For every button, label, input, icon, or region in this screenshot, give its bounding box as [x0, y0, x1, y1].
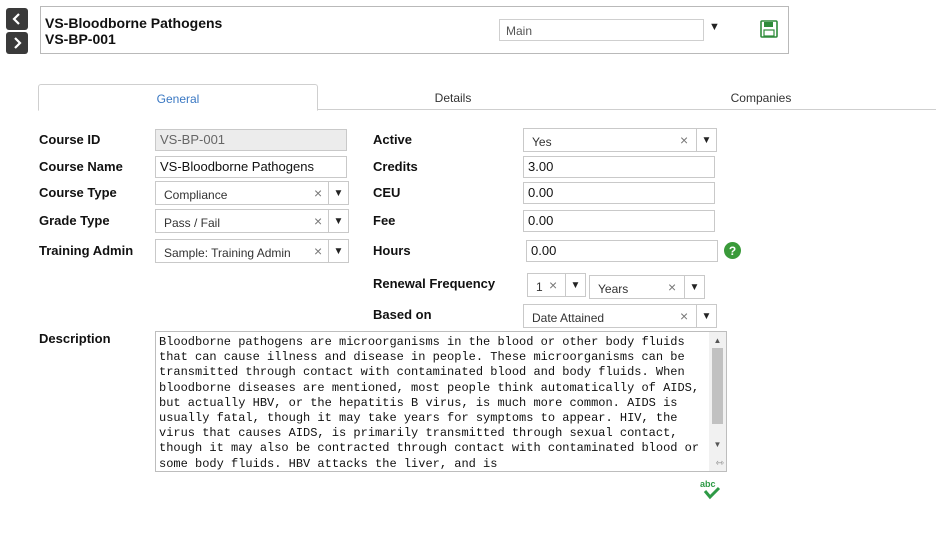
course-type-value: Compliance	[164, 188, 228, 202]
record-title-block: VS-Bloodborne Pathogens VS-BP-001	[45, 15, 222, 47]
scrollbar-thumb[interactable]	[712, 348, 723, 424]
course-name-label: Course Name	[39, 159, 123, 174]
course-id-label: Course ID	[39, 132, 101, 147]
grade-type-label: Grade Type	[39, 213, 110, 228]
clear-icon[interactable]: ×	[314, 185, 322, 201]
training-admin-value: Sample: Training Admin	[164, 246, 291, 260]
chevron-down-icon[interactable]: ▼	[328, 210, 348, 232]
clear-icon[interactable]: ×	[314, 243, 322, 259]
fee-field[interactable]: 0.00	[523, 210, 715, 232]
chevron-left-icon	[12, 13, 20, 25]
renewal-frequency-number: 1	[536, 280, 543, 294]
chevron-down-icon[interactable]: ▼	[696, 129, 716, 151]
description-text: Bloodborne pathogens are microorganisms …	[159, 335, 700, 471]
help-icon[interactable]: ?	[724, 242, 741, 259]
record-code: VS-BP-001	[45, 31, 116, 47]
fee-label: Fee	[373, 213, 396, 228]
renewal-frequency-label: Renewal Frequency	[373, 276, 496, 291]
active-select[interactable]: Yes × ▼	[523, 128, 717, 152]
ceu-label: CEU	[373, 185, 401, 200]
clear-icon[interactable]: ×	[680, 132, 688, 148]
based-on-label: Based on	[373, 307, 432, 322]
hours-label: Hours	[373, 243, 411, 258]
training-admin-label: Training Admin	[39, 243, 134, 258]
renewal-frequency-number-select[interactable]: 1 × ▼	[527, 273, 586, 297]
renewal-frequency-unit-select[interactable]: Years × ▼	[589, 275, 705, 299]
clear-icon[interactable]: ×	[314, 213, 322, 229]
resize-handle-icon[interactable]: ⇿	[716, 458, 724, 469]
credits-label: Credits	[373, 159, 418, 174]
tab-general[interactable]: General	[38, 84, 318, 111]
description-textarea[interactable]: Bloodborne pathogens are microorganisms …	[155, 331, 727, 472]
chevron-down-icon[interactable]: ▼	[328, 240, 348, 262]
grade-type-select[interactable]: Pass / Fail × ▼	[155, 209, 349, 233]
clear-icon[interactable]: ×	[549, 277, 557, 293]
record-title: VS-Bloodborne Pathogens	[45, 15, 223, 31]
floppy-disk-icon[interactable]	[760, 20, 778, 38]
previous-record-button[interactable]	[6, 8, 28, 30]
course-id-field[interactable]: VS-BP-001	[155, 129, 347, 151]
credits-field[interactable]: 3.00	[523, 156, 715, 178]
chevron-down-icon[interactable]: ▼	[328, 182, 348, 204]
course-type-select[interactable]: Compliance × ▼	[155, 181, 349, 205]
grade-type-value: Pass / Fail	[164, 216, 221, 230]
clear-icon[interactable]: ×	[668, 279, 676, 295]
based-on-value: Date Attained	[532, 311, 605, 325]
view-select[interactable]: Main	[499, 19, 704, 41]
next-record-button[interactable]	[6, 32, 28, 54]
chevron-down-icon[interactable]: ▼	[684, 276, 704, 298]
tab-details[interactable]: Details	[393, 84, 513, 110]
ceu-field[interactable]: 0.00	[523, 182, 715, 204]
scroll-down-icon[interactable]: ▼	[709, 438, 726, 452]
chevron-right-icon	[14, 37, 22, 49]
tab-companies[interactable]: Companies	[700, 84, 822, 110]
chevron-down-icon[interactable]: ▼	[565, 274, 585, 296]
renewal-frequency-unit: Years	[598, 282, 629, 296]
active-value: Yes	[532, 135, 552, 149]
chevron-down-icon[interactable]: ▼	[696, 305, 716, 327]
record-header: VS-Bloodborne Pathogens VS-BP-001 Main ▼	[40, 6, 789, 54]
scroll-up-icon[interactable]: ▲	[709, 334, 726, 348]
active-label: Active	[373, 132, 413, 147]
hours-field[interactable]: 0.00	[526, 240, 718, 262]
view-select-arrow[interactable]: ▼	[709, 21, 720, 33]
description-scrollbar[interactable]: ▲ ▼	[709, 332, 726, 471]
spellcheck-icon[interactable]: abc	[699, 478, 723, 500]
based-on-select[interactable]: Date Attained × ▼	[523, 304, 717, 328]
spellcheck-label: abc	[700, 479, 716, 489]
course-type-label: Course Type	[39, 185, 117, 200]
course-name-field[interactable]: VS-Bloodborne Pathogens	[155, 156, 347, 178]
description-label: Description	[39, 331, 111, 346]
training-admin-select[interactable]: Sample: Training Admin × ▼	[155, 239, 349, 263]
tab-bar: General Details Companies	[0, 84, 950, 112]
clear-icon[interactable]: ×	[680, 308, 688, 324]
